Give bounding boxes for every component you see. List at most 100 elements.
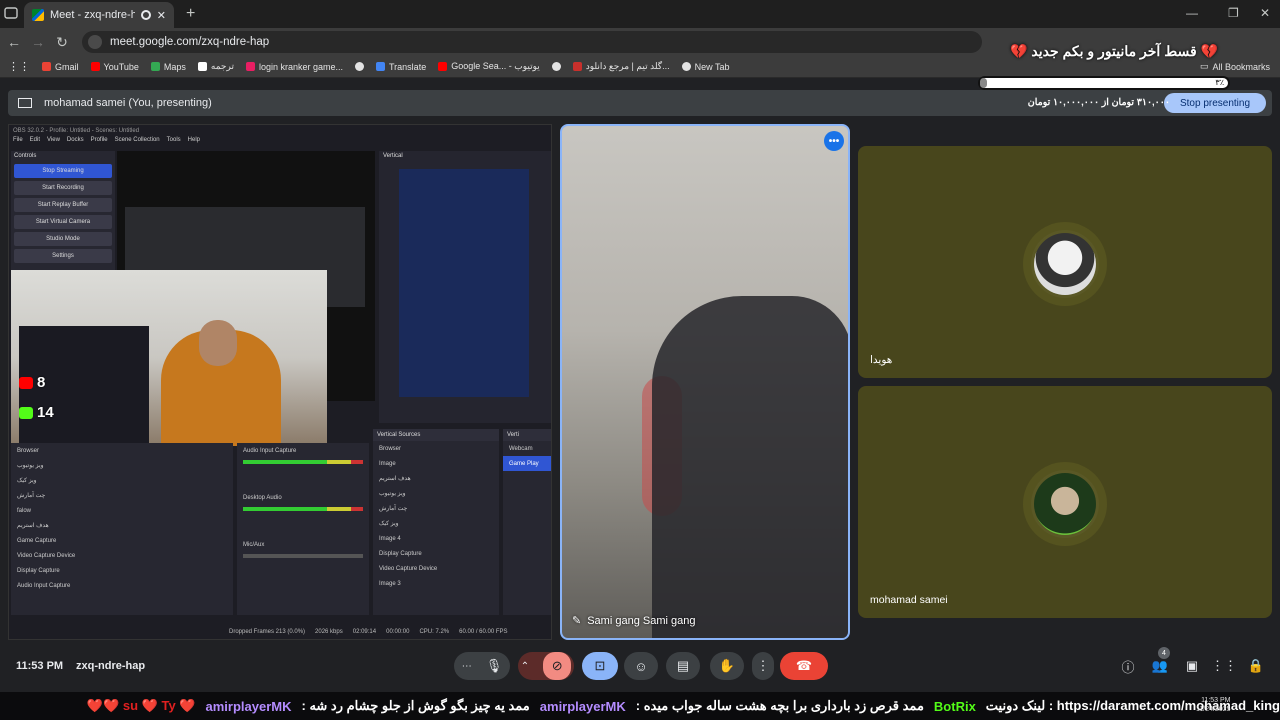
browser-tab-meet[interactable]: Meet - zxq-ndre-hap ✕ [24,2,174,28]
obs-menu-item: File [13,137,23,143]
ticker-username: amirplayerMK [205,698,292,714]
minimize-window-icon[interactable]: — [1186,6,1198,20]
emoji-reactions-button[interactable]: ☺ [624,652,658,680]
taskbar-time: 11:53 PM [1201,697,1231,704]
bookmark-maps[interactable]: Maps [150,62,186,72]
present-screen-icon [18,98,32,108]
vertical-sources-title: Vertical Sources [373,429,499,441]
host-controls-lock-icon[interactable]: 🔒 [1246,656,1266,676]
gmail-icon [42,62,51,71]
bookmark-globe[interactable] [355,62,365,71]
raise-hand-icon: ✋ [718,658,736,673]
new-tab-button[interactable]: + [186,5,195,23]
bookmark-goldteam[interactable]: گلد تیم | مرجع دانلود... [572,61,670,72]
chat-icon[interactable]: ▣ [1182,656,1202,676]
more-vertical-icon: ⋮ [756,658,770,673]
more-options-button[interactable]: ⋮ [752,652,774,680]
participant-figure [652,296,848,638]
donation-goal-fill [980,78,988,88]
obs-start-virtual-camera: Start Virtual Camera [14,215,112,229]
bookmark-youtube[interactable]: YouTube [90,62,139,72]
obs-source-item: falow [17,507,32,514]
bookmark-translate[interactable]: Translate [376,62,426,72]
chevron-up-icon: ⌃ [520,660,530,672]
bookmark-login-kranker[interactable]: login kranker game... [245,62,343,72]
avatar [1034,233,1096,295]
obs-source-item: Display Capture [17,567,60,574]
obs-status-item: 2026 kbps [315,629,343,635]
mixer-channel-label: Audio Input Capture [243,447,297,454]
bookmark-translate-fa[interactable]: ترجمه [197,61,234,72]
obs-vertical-source-item: Image 3 [379,580,401,587]
obs-vertical-source-item: ویز یوتیوب [379,491,406,497]
participant-name-2: mohamad samei [870,594,948,606]
url-text: meet.google.com/zxq-ndre-hap [110,36,270,48]
streamer-head [199,320,237,366]
donation-goal-amount: ۳۱۰,۰۰۰ تومان از ۱۰,۰۰۰,۰۰۰ تومان [1027,97,1170,108]
taskbar-clock: 11:53 PM 11/24/2025 [1196,696,1231,714]
camera-off-icon: ⊘ [543,652,572,680]
tile-more-options-icon[interactable]: ••• [824,131,844,151]
activities-grid-icon[interactable]: ⋮⋮ [1211,656,1237,676]
forward-arrow-icon[interactable]: → [26,30,50,54]
tab-search-icon[interactable] [4,6,18,20]
tab-title: Meet - zxq-ndre-hap [50,9,135,21]
obs-status-item: 00:00:00 [386,629,410,635]
obs-menu-item: Edit [29,137,41,143]
site-info-icon[interactable] [88,35,102,49]
restore-window-icon[interactable]: ❐ [1228,6,1239,20]
obs-status-item: CPU: 7.2% [419,629,450,635]
participant-tile-2[interactable]: mohamad samei [858,386,1272,618]
tab-close-icon[interactable]: ✕ [157,9,166,22]
obs-controls-title: Controls [14,153,37,159]
mixer-channel-label: Desktop Audio [243,494,282,501]
stream-chat-ticker: https://daramet.com/mohamad_king : لینک … [0,692,1280,720]
presenting-label: mohamad samei (You, presenting) [44,97,212,109]
ticker-hearts: ❤️ su ❤️ Ty ❤️❤️ [86,698,196,713]
reload-icon[interactable]: ↻ [50,30,74,54]
recording-indicator-icon [140,10,151,20]
bookmark-gmail[interactable]: Gmail [42,62,79,72]
obs-start-replay-buffer: Start Replay Buffer [14,198,112,212]
globe-icon [681,62,691,71]
participant-tile-main[interactable] [560,124,850,640]
folder-icon: ▭ [1199,61,1209,71]
obs-audio-mixer: Audio Input Capture Desktop Audio Mic/Au… [237,443,369,615]
obs-vertical-scenes-panel: Verti Webcam Game Play [503,429,551,615]
obs-source-item: Video Capture Device [17,552,76,559]
bookmark-google-search[interactable]: Google Sea... - یوتیوب [438,61,540,72]
bookmark-globe-2[interactable] [551,62,561,71]
participant-tile-1[interactable]: هویدا [858,146,1272,378]
raise-hand-button[interactable]: ✋ [710,652,744,680]
people-icon[interactable]: 👥 [1150,656,1170,676]
all-bookmarks-button[interactable]: ▭ All Bookmarks [1200,61,1270,72]
mixer-channel-label: Mic/Aux [243,541,265,548]
obs-menu-item: Docks [66,137,84,143]
ticker-donation-link: https://daramet.com/mohamad_king : لینک … [985,698,1280,713]
ticker-message: ممد یه چیز بگو گوش از جلو چشام رد شه : [301,698,530,713]
youtube-icon [438,62,448,71]
obs-menu-item: Profile [90,137,108,143]
close-window-icon[interactable]: ✕ [1260,6,1270,20]
obs-settings: Settings [14,249,112,263]
captions-button[interactable]: ▤ [666,652,700,680]
back-arrow-icon[interactable]: ← [2,30,26,54]
leave-call-button[interactable]: ☎ [780,652,828,680]
shared-screen-obs: OBS 32.0.2 - Profile: Untitled - Scenes:… [8,124,552,640]
obs-vertical-source-item: Browser [379,445,402,452]
microphone-button[interactable]: ⋯ 🎙 [454,652,510,680]
obs-source-item: Browser [17,447,40,454]
apps-grid-icon[interactable]: ⋮⋮ [8,60,30,73]
address-bar[interactable]: meet.google.com/zxq-ndre-hap [82,31,982,53]
kick-viewer-count: 14 [19,404,54,421]
obs-vertical-source-item: هدف استریم [379,476,411,482]
microphone-icon: 🎙 [485,658,503,673]
obs-menu-item: Help [187,137,200,143]
meeting-details-icon[interactable]: ⓘ [1118,656,1138,676]
bookmark-icon [197,62,207,71]
stop-presenting-button[interactable]: Stop presenting [1164,93,1266,113]
camera-button[interactable]: ⌃ ⊘ [518,652,574,680]
present-now-button[interactable]: ⊡ [582,652,618,680]
obs-source-item: ویز کیک [17,478,37,484]
bookmark-new-tab[interactable]: New Tab [681,62,729,72]
